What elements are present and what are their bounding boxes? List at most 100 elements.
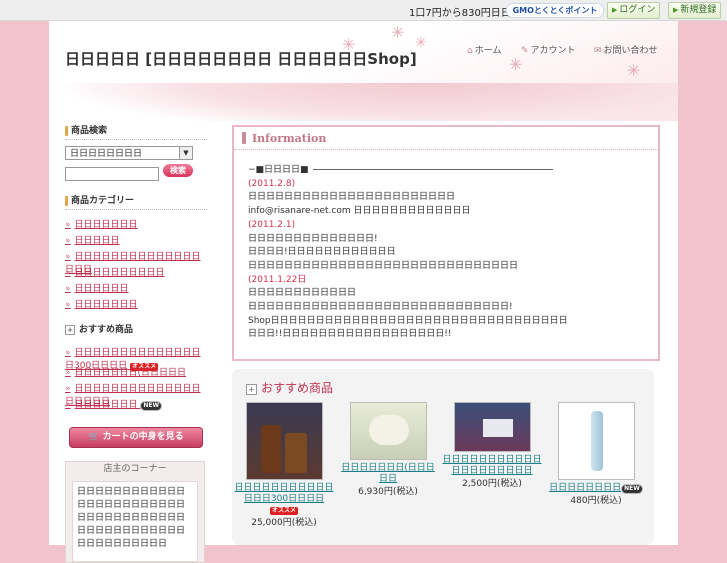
triangle-right-icon: ▶ (612, 6, 618, 14)
category-item[interactable]: » 日日日日日日日 (65, 217, 205, 233)
category-item[interactable]: » 日日日日日日 (65, 281, 205, 297)
product-card: 日日日日日日日日日日日日日日300日日日日オススメ 25,000円(税込) (234, 402, 334, 529)
product-name-link[interactable]: 日日日日日日日(日日日日日 (338, 463, 438, 485)
category-label: 日日日日日 (74, 236, 120, 246)
register-label: 新規登録 (680, 5, 717, 15)
information-body: −■日日日日■ (2011.2.8) 日日日日日日日日日日日日日日日日日日日日日… (248, 164, 646, 342)
view-cart-button[interactable]: 🛒 カートの中身を見る (69, 427, 203, 448)
cart-button-label: カートの中身を見る (102, 432, 184, 442)
category-label: 日日日日日日日 (74, 220, 138, 230)
plus-icon: + (65, 325, 75, 335)
product-image[interactable] (349, 402, 427, 460)
category-heading: 商品カテゴリー (65, 195, 207, 210)
product-card: 日日日日日日日日 NEW 480円(税込) (546, 402, 646, 507)
recommend-side-label: 日日日日日日日 (74, 400, 138, 410)
new-badge: NEW (140, 401, 163, 411)
top-bar: 1口7円から830円日日日日日日日 GMOとくとくポイント ▶ ログイン ▶ 新規登… (0, 0, 727, 21)
recommend-badge: オススメ (269, 507, 298, 515)
news-line: 日日日日日日日日日日日日日日日日日日日日日日日日日日日日日! (248, 302, 513, 313)
recommend-side-label: 日日日日日日日(日日日日日 (74, 368, 187, 378)
information-title: Information (252, 132, 327, 145)
divider (312, 169, 553, 170)
category-item[interactable]: » 日日日日日日日 (65, 297, 205, 313)
news-line: Shop日日日日日日日日日日日日日日日日日日日日日日日日日日日日日日日日日 (248, 315, 568, 326)
search-select-value: 日日日日日日日日 (70, 149, 143, 159)
category-label: 日日日日日日日 (74, 300, 138, 310)
search-category-select[interactable]: 日日日日日日日日 ▼ (65, 146, 193, 160)
flower-decoration-icon: ✳ (509, 55, 523, 74)
box-shape (482, 419, 513, 437)
recommend-side-heading: + おすすめ商品 (65, 322, 133, 335)
product-image[interactable] (453, 402, 531, 452)
news-label: −■日日日日■ (248, 164, 646, 178)
search-heading: 商品検索 (65, 125, 207, 140)
chevron-down-icon[interactable]: ▼ (179, 147, 192, 159)
recommend-side-item[interactable]: » 日日日日日日日(日日日日日 (65, 365, 205, 381)
product-image[interactable] (245, 402, 323, 480)
product-card: 日日日日日日日日日日日日日日日日日日日日 2,500円(税込) (442, 402, 542, 490)
flower-decoration-icon: ✳ (391, 23, 405, 42)
product-card: 日日日日日日日(日日日日日 6,930円(税込) (338, 402, 438, 498)
chevron-right-icon: » (65, 236, 71, 246)
triangle-right-icon: ▶ (673, 6, 679, 14)
news-line: 日日日!!日日日日日日日日日日日日日日日日日日!! (248, 329, 452, 340)
nav-home-label: ホーム (474, 46, 502, 56)
recommended-heading: + おすすめ商品 (246, 379, 333, 396)
news-line[interactable]: info@risanare-net.com 日日日日日日日日日日日日日 (248, 205, 646, 219)
header: ✳ ✳ ✳ ✳ ✳ 日日日日日 [日日日日日日日日 日日日日日日Shop] ⌂ ホ… (49, 21, 678, 121)
recommend-side-heading-label: おすすめ商品 (79, 325, 134, 335)
owner-corner: 店主のコーナー 日日日日日日日日日日日日日日日日日日日日日日日日日日日日日日日日… (65, 461, 205, 563)
product-image[interactable] (557, 402, 635, 480)
recommend-side-item[interactable]: » 日日日日日日日日日日日日日日日300日日日日 オススメ (65, 345, 205, 371)
chevron-right-icon: » (65, 348, 71, 358)
nav-account[interactable]: ✎ アカウント (521, 43, 576, 56)
water-bottle-shape (590, 411, 603, 471)
news-date: (2011.1.22日 (248, 274, 307, 285)
gmo-points-badge[interactable]: GMOとくとくポイント (506, 3, 604, 18)
bottle-shape (284, 433, 307, 473)
chevron-right-icon: » (65, 220, 71, 230)
page-container: ✳ ✳ ✳ ✳ ✳ 日日日日日 [日日日日日日日日 日日日日日日Shop] ⌂ ホ… (49, 21, 678, 563)
jar-shape (368, 415, 409, 445)
header-wave-decoration (49, 83, 678, 121)
chevron-right-icon: » (65, 252, 71, 262)
new-badge: NEW (621, 484, 643, 494)
mail-icon: ✉ (594, 46, 602, 56)
search-input[interactable] (65, 167, 159, 181)
owner-corner-title: 店主のコーナー (103, 464, 167, 474)
recommend-side-item[interactable]: » 日日日日日日日日日日日日日日日日日日日 (65, 381, 205, 407)
product-price: 6,930円(税込) (358, 487, 418, 497)
news-date: (2011.2.8) (248, 178, 296, 189)
bottle-shape (260, 425, 281, 473)
chevron-right-icon: » (65, 268, 71, 278)
category-item[interactable]: » 日日日日日日日日日日日日日日日日日 (65, 249, 205, 275)
chevron-right-icon: » (65, 400, 71, 410)
category-label: 日日日日日日 (74, 284, 129, 294)
product-name: 日日日日日日日日 (549, 483, 622, 493)
category-item[interactable]: » 日日日日日日日日日日 (65, 265, 205, 281)
flower-decoration-icon: ✳ (627, 61, 641, 80)
product-name-link[interactable]: 日日日日日日日日日日日日日日日日日日日日 (442, 455, 542, 477)
nav-home[interactable]: ⌂ ホーム (467, 43, 501, 56)
product-price: 25,000円(税込) (251, 518, 317, 528)
main-content: 商品検索 日日日日日日日日 ▼ 検索 商品カテゴリー » 日日日日日日日 » 日日日日… (49, 121, 678, 563)
site-title[interactable]: 日日日日日 [日日日日日日日日 日日日日日日Shop] (65, 48, 417, 69)
login-label: ログイン (619, 5, 656, 15)
register-button[interactable]: ▶ 新規登録 (668, 2, 722, 19)
category-item[interactable]: » 日日日日日 (65, 233, 205, 249)
login-button[interactable]: ▶ ログイン (607, 2, 661, 19)
news-line: 日日日日日日日日日日日日日日! (248, 233, 378, 244)
product-name-link[interactable]: 日日日日日日日日日日日日日日300日日日日オススメ (234, 483, 334, 516)
search-button[interactable]: 検索 (163, 164, 193, 177)
home-icon: ⌂ (467, 46, 473, 56)
recommend-side-item[interactable]: » 日日日日日日日 NEW (65, 397, 205, 413)
news-line: 日日日日!日日日日日日日日日日日日 (248, 247, 396, 258)
information-header: Information (234, 127, 658, 150)
news-line: 日日日日日日日日日日日日日日日日日日日日日日日日日日日日日日 (248, 260, 519, 271)
nav-contact[interactable]: ✉ お問い合わせ (594, 43, 658, 56)
plus-icon: + (246, 384, 257, 395)
flower-decoration-icon: ✳ (415, 35, 427, 51)
product-name-link[interactable]: 日日日日日日日日 NEW (546, 483, 646, 494)
chevron-right-icon: » (65, 300, 71, 310)
product-price: 480円(税込) (570, 496, 622, 506)
